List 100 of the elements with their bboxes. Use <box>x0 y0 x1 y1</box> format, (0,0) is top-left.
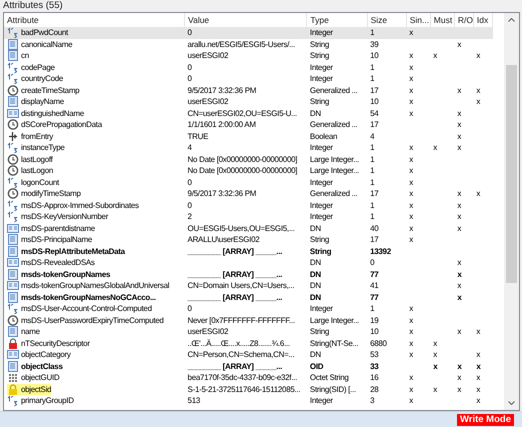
scroll-up-icon[interactable] <box>508 18 515 22</box>
table-cell-text: 0 <box>186 200 193 211</box>
number-icon <box>7 142 19 154</box>
attribute-name: codePage <box>21 62 55 73</box>
table-cell-text: userESGI02 <box>186 50 230 62</box>
document-icon <box>7 246 19 257</box>
table-cell-text: x <box>408 384 414 395</box>
table-row[interactable]: badPwdCount 0 Integer 1 x <box>4 27 492 38</box>
table-cell-text: DN <box>308 257 322 268</box>
table-cell-text: Integer <box>308 200 334 211</box>
table-cell-text: x <box>408 176 414 188</box>
table-cell-text: x <box>432 349 438 360</box>
table-row[interactable]: canonicalName arallu.net/ESGI5/ESGI5-Users/... String 39 x <box>4 38 492 50</box>
table-cell-text: x <box>408 50 414 62</box>
table-cell-text: Integer <box>308 303 334 314</box>
table-cell-text: 513 <box>186 395 201 406</box>
table-row[interactable]: msds-tokenGroupNamesNoGCAcco... ________ [ARRAY] _____... DN 77 x <box>4 292 492 303</box>
table-row[interactable]: distinguishedName CN=userESGI02,OU=ESGI5-U... DN 54 x x <box>4 108 492 119</box>
table-cell-text: 1 <box>369 200 376 211</box>
table-cell-text: 2 <box>186 211 193 222</box>
attribute-name: logonCount <box>21 176 59 188</box>
table-cell-text: x <box>456 119 462 130</box>
table-cell-text: x <box>456 130 462 142</box>
table-row[interactable]: objectCategory CN=Person,CN=Schema,CN=... DN 53 x x x <box>4 349 492 360</box>
table-cell-text: 9/5/2017 3:32:36 PM <box>186 188 258 200</box>
table-cell-text: 1/1/1601 2:00:00 AM <box>186 119 257 130</box>
attribute-name: canonicalName <box>21 38 72 50</box>
table-cell-text: x <box>475 84 482 96</box>
table-row[interactable]: msDS-UserPasswordExpiryTimeComputed Never [0x7FFFFFFF-FFFFFFF... Large Integer... 19 x <box>4 314 492 326</box>
table-row[interactable]: msDS-PrincipalName ARALLU\userESGI02 String 17 x <box>4 234 492 246</box>
table-cell-text: x <box>475 50 482 62</box>
table-row[interactable]: msDS-ReplAttributeMetaData ________ [ARRAY] _____... String 13392 <box>4 246 492 257</box>
table-cell-text: x <box>408 314 414 326</box>
table-row[interactable]: displayName userESGI02 String 10 x x <box>4 96 492 108</box>
table-cell-text: 1 <box>369 211 376 222</box>
table-row[interactable]: msDS-Approx-Immed-Subordinates 0 Integer 1 x x <box>4 200 492 211</box>
table-row[interactable]: msds-tokenGroupNamesGlobalAndUniversal CN=Domain Users,CN=Users,... DN 41 x <box>4 280 492 292</box>
padlock-icon <box>7 384 19 395</box>
table-cell-text: Octet String <box>308 372 350 384</box>
table-cell-text: x <box>475 372 482 384</box>
table-cell-text: CN=Domain Users,CN=Users,... <box>186 280 296 292</box>
table-cell-text: 16 <box>369 372 380 384</box>
table-row[interactable]: objectSid S-1-5-21-3725117646-15112085... String(SID) [... 28 x x x x <box>4 384 492 395</box>
attribute-name: displayName <box>21 96 64 108</box>
table-cell-text: ________ [ARRAY] _____... <box>186 360 284 372</box>
table-cell-text: Integer <box>308 395 334 406</box>
table-row[interactable]: msDS-RevealedDSAs DN 0 x <box>4 257 492 268</box>
table-row[interactable]: msDS-parentdistname OU=ESGI5-Users,OU=ESGI5,... DN 40 x x <box>4 222 492 234</box>
table-cell-text: String <box>308 326 330 338</box>
table-cell-text: 3 <box>369 395 376 406</box>
table-row[interactable]: dSCorePropagationData 1/1/1601 2:00:00 AM Generalized ... 17 x <box>4 119 492 130</box>
table-row[interactable]: fromEntry TRUE Boolean 4 x <box>4 130 492 142</box>
table-cell-text: 10 <box>369 326 380 338</box>
attribute-name: msDS-Approx-Immed-Subordinates <box>21 200 139 211</box>
table-row[interactable]: primaryGroupID 513 Integer 3 x x <box>4 395 492 406</box>
table-row[interactable]: cn userESGI02 String 10 x x x <box>4 50 492 62</box>
table-row[interactable]: msds-tokenGroupNames ________ [ARRAY] _____... DN 77 x <box>4 268 492 280</box>
table-cell-text: x <box>408 165 414 176</box>
table-cell-text: DN <box>308 268 322 280</box>
table-cell-text: Never [0x7FFFFFFF-FFFFFFF... <box>186 314 296 326</box>
clock-icon <box>7 154 19 165</box>
table-cell-text: x <box>408 303 414 314</box>
table-row[interactable]: lastLogon No Date [0x00000000-00000000] Large Integer... 1 x <box>4 165 492 176</box>
table-row[interactable]: objectClass ________ [ARRAY] _____... OID 33 x x x <box>4 360 492 372</box>
table-row[interactable]: instanceType 4 Integer 1 x x x <box>4 142 492 154</box>
attribute-name: badPwdCount <box>21 27 68 38</box>
table-cell-text: DN <box>308 108 322 119</box>
table-row[interactable]: msDS-KeyVersionNumber 2 Integer 1 x x <box>4 211 492 222</box>
scrollbar[interactable] <box>503 13 519 410</box>
table-cell-text: Generalized ... <box>308 84 358 96</box>
table-row[interactable]: nTSecurityDescriptor ..Œ'...Ä.....Œ....x.....Z8.......¾.6... String(NT-Se... 6880 x x <box>4 338 492 349</box>
attribute-name: instanceType <box>21 142 65 154</box>
table-cell-text: Large Integer... <box>308 154 360 165</box>
scroll-down-icon[interactable] <box>508 401 515 405</box>
number-icon <box>7 303 19 314</box>
table-row[interactable]: countryCode 0 Integer 1 x <box>4 73 492 84</box>
table-row[interactable]: msDS-User-Account-Control-Computed 0 Integer 1 x <box>4 303 492 314</box>
document-icon <box>7 234 19 246</box>
table-cell-text: TRUE <box>186 130 210 142</box>
table-row[interactable]: createTimeStamp 9/5/2017 3:32:36 PM Generalized ... 17 x x x <box>4 84 492 96</box>
table-row[interactable]: objectGUID bea7170f-35dc-4337-b09c-e32f... Octet String 16 x x x <box>4 372 492 384</box>
table-row[interactable]: logonCount 0 Integer 1 x <box>4 176 492 188</box>
table-cell-text: String <box>308 50 330 62</box>
table-cell-text: DN <box>308 222 322 234</box>
table-cell-text: x <box>408 154 414 165</box>
table-row[interactable]: modifyTimeStamp 9/5/2017 3:32:36 PM Generalized ... 17 x x x <box>4 188 492 200</box>
table-cell-text: x <box>456 108 462 119</box>
table-cell-text: 0 <box>186 62 193 73</box>
table-cell-text: 0 <box>369 257 376 268</box>
attribute-name: msds-tokenGroupNames <box>21 268 110 280</box>
number-icon <box>7 211 19 222</box>
table-row[interactable]: codePage 0 Integer 1 x <box>4 62 492 73</box>
table-cell-text: 17 <box>369 188 380 200</box>
table-row[interactable]: name userESGI02 String 10 x x x <box>4 326 492 338</box>
grid-icon <box>7 372 19 384</box>
table-cell-text: x <box>408 84 414 96</box>
attribute-name: lastLogon <box>21 165 53 176</box>
table-row[interactable]: lastLogoff No Date [0x00000000-00000000] Large Integer... 1 x <box>4 154 492 165</box>
table-cell-text: x <box>408 142 414 154</box>
card-icon <box>7 349 19 360</box>
